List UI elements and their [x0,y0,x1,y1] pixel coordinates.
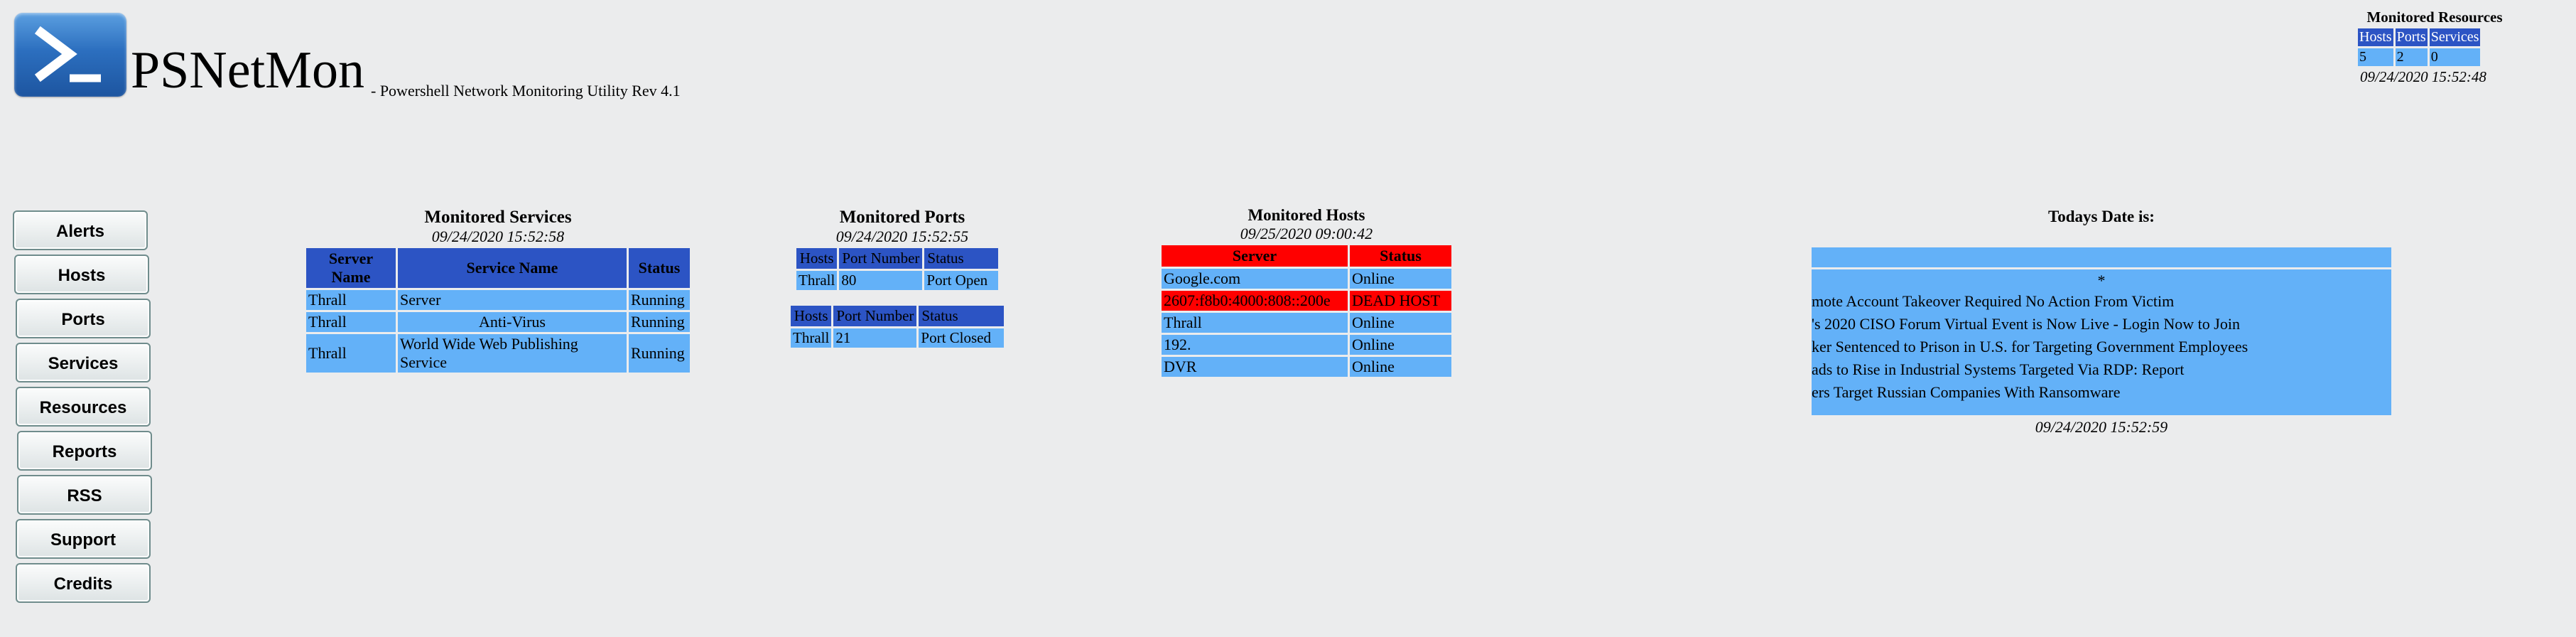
hosts-header-status: Status [1350,245,1451,267]
hosts-title: Monitored Hosts [1248,206,1365,224]
nav-hosts-button[interactable]: Hosts [14,255,149,294]
services-title: Monitored Services [424,208,572,227]
rss-item-link[interactable]: 's 2020 CISO Forum Virtual Event is Now … [1812,313,2391,336]
rss-item-link[interactable]: ers Target Russian Companies With Ransom… [1812,381,2391,404]
port-host-cell: Thrall [796,271,838,290]
rss-list: * mote Account Takeover Required No Acti… [1812,272,2391,404]
nav-rss-button[interactable]: RSS [17,475,152,515]
nav-alerts-button[interactable]: Alerts [13,210,148,250]
rss-feed-box: * mote Account Takeover Required No Acti… [1812,247,2391,415]
host-server-cell: Thrall [1162,313,1348,333]
nav-reports-button[interactable]: Reports [17,431,152,471]
services-table: Server Name Service Name Status Thrall S… [304,246,692,375]
nav-credits-button[interactable]: Credits [16,563,151,603]
ports-header-port: Port Number [833,306,917,326]
services-header-service: Service Name [398,248,627,288]
rss-title: Todays Date is: [2048,208,2155,225]
port-number-cell: 80 [839,271,923,290]
ports-header-port: Port Number [839,248,923,269]
services-header-server: Server Name [306,248,396,288]
port-number-cell: 21 [833,328,917,348]
ports-header-status: Status [924,248,999,269]
service-server-cell: Thrall [306,312,396,332]
table-row: Thrall Online [1162,313,1451,333]
monitored-ports-panel: Monitored Ports 09/24/2020 15:52:55 Host… [789,208,1016,350]
resources-hosts-count: 5 [2358,48,2393,66]
nav-support-button[interactable]: Support [16,519,151,559]
app-subtitle: - Powershell Network Monitoring Utility … [371,82,681,100]
host-status-cell: Online [1350,335,1451,355]
service-name-cell: World Wide Web Publishing Service [398,334,627,373]
table-row: Thrall 80 Port Open [796,271,999,290]
service-server-cell: Thrall [306,334,396,373]
table-row: Thrall 21 Port Closed [791,328,1005,348]
port-status-cell: Port Closed [919,328,1005,348]
powershell-logo-icon [14,13,126,97]
table-row: Thrall Server Running [306,290,690,310]
host-status-cell: Online [1350,313,1451,333]
table-row: Thrall World Wide Web Publishing Service… [306,334,690,373]
table-row: 192. Online [1162,335,1451,355]
table-row: DVR Online [1162,357,1451,377]
services-timestamp: 09/24/2020 15:52:58 [431,228,565,245]
resources-timestamp: 09/24/2020 15:52:48 [2360,68,2486,85]
table-row: 2607:f8b0:4000:808::200e DEAD HOST [1162,291,1451,311]
rss-item-link[interactable]: mote Account Takeover Required No Action… [1812,290,2391,313]
ports-table-2: Hosts Port Number Status Thrall 21 Port … [789,304,1006,350]
ports-header-hosts: Hosts [791,306,832,326]
table-row: Thrall Anti-Virus Running [306,312,690,332]
resources-ports-count: 2 [2395,48,2428,66]
services-header-status: Status [629,248,690,288]
rss-panel: Todays Date is: * mote Account Takeover … [1812,208,2391,437]
ports-table-1: Hosts Port Number Status Thrall 80 Port … [794,246,1000,292]
rss-star: * [2097,272,2106,289]
port-host-cell: Thrall [791,328,832,348]
monitored-resources-widget: Monitored Resources Hosts Ports Services… [2353,9,2516,86]
monitored-hosts-panel: Monitored Hosts 09/25/2020 09:00:42 Serv… [1159,206,1454,379]
host-server-cell: 2607:f8b0:4000:808::200e [1162,291,1348,311]
resources-title: Monitored Resources [2366,9,2503,26]
ports-timestamp: 09/24/2020 15:52:55 [835,228,969,245]
rss-topbar [1812,247,2391,269]
rss-item-link[interactable]: ads to Rise in Industrial Systems Target… [1812,358,2391,381]
resources-header-ports: Ports [2395,28,2428,46]
hosts-timestamp: 09/25/2020 09:00:42 [1240,225,1373,242]
nav-services-button[interactable]: Services [16,343,151,382]
service-status-cell: Running [629,290,690,310]
hosts-header-server: Server [1162,245,1348,267]
table-row: Google.com Online [1162,269,1451,289]
hosts-table: Server Status Google.com Online 2607:f8b… [1159,243,1454,379]
nav-resources-button[interactable]: Resources [16,387,151,427]
rss-item-link[interactable]: ker Sentenced to Prison in U.S. for Targ… [1812,336,2391,358]
rss-timestamp: 09/24/2020 15:52:59 [2035,418,2168,436]
monitored-services-panel: Monitored Services 09/24/2020 15:52:58 S… [304,208,692,375]
host-server-cell: DVR [1162,357,1348,377]
ports-header-status: Status [919,306,1005,326]
resources-services-count: 0 [2429,48,2481,66]
service-name-cell: Anti-Virus [398,312,627,332]
port-status-cell: Port Open [924,271,999,290]
host-status-cell: Online [1350,357,1451,377]
service-server-cell: Thrall [306,290,396,310]
host-server-cell: 192. [1162,335,1348,355]
ports-header-hosts: Hosts [796,248,838,269]
service-name-cell: Server [398,290,627,310]
service-status-cell: Running [629,334,690,373]
ports-title: Monitored Ports [839,208,965,227]
host-status-cell: Online [1350,269,1451,289]
host-server-cell: Google.com [1162,269,1348,289]
resources-header-services: Services [2429,28,2481,46]
nav-ports-button[interactable]: Ports [16,299,151,338]
app-title: PSNetMon [131,41,364,100]
service-status-cell: Running [629,312,690,332]
resources-header-hosts: Hosts [2358,28,2393,46]
host-status-cell-dead: DEAD HOST [1350,291,1451,311]
resources-table: Hosts Ports Services 5 2 0 [2356,26,2482,68]
